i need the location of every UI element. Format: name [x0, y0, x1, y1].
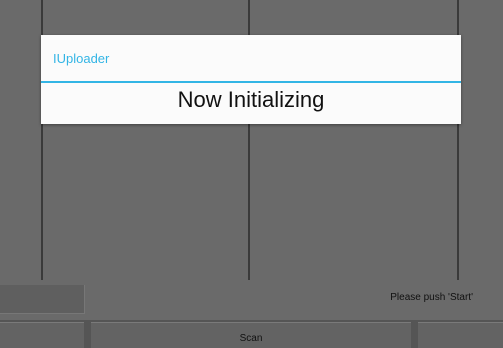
dialog-message: Now Initializing	[177, 87, 325, 112]
progress-dialog: IUploader Now Initializing	[41, 35, 461, 124]
app-screen: Please push 'Start' Scan IUploader Now I…	[0, 0, 503, 348]
dialog-title-divider	[41, 81, 461, 83]
dialog-title: IUploader	[53, 51, 110, 66]
